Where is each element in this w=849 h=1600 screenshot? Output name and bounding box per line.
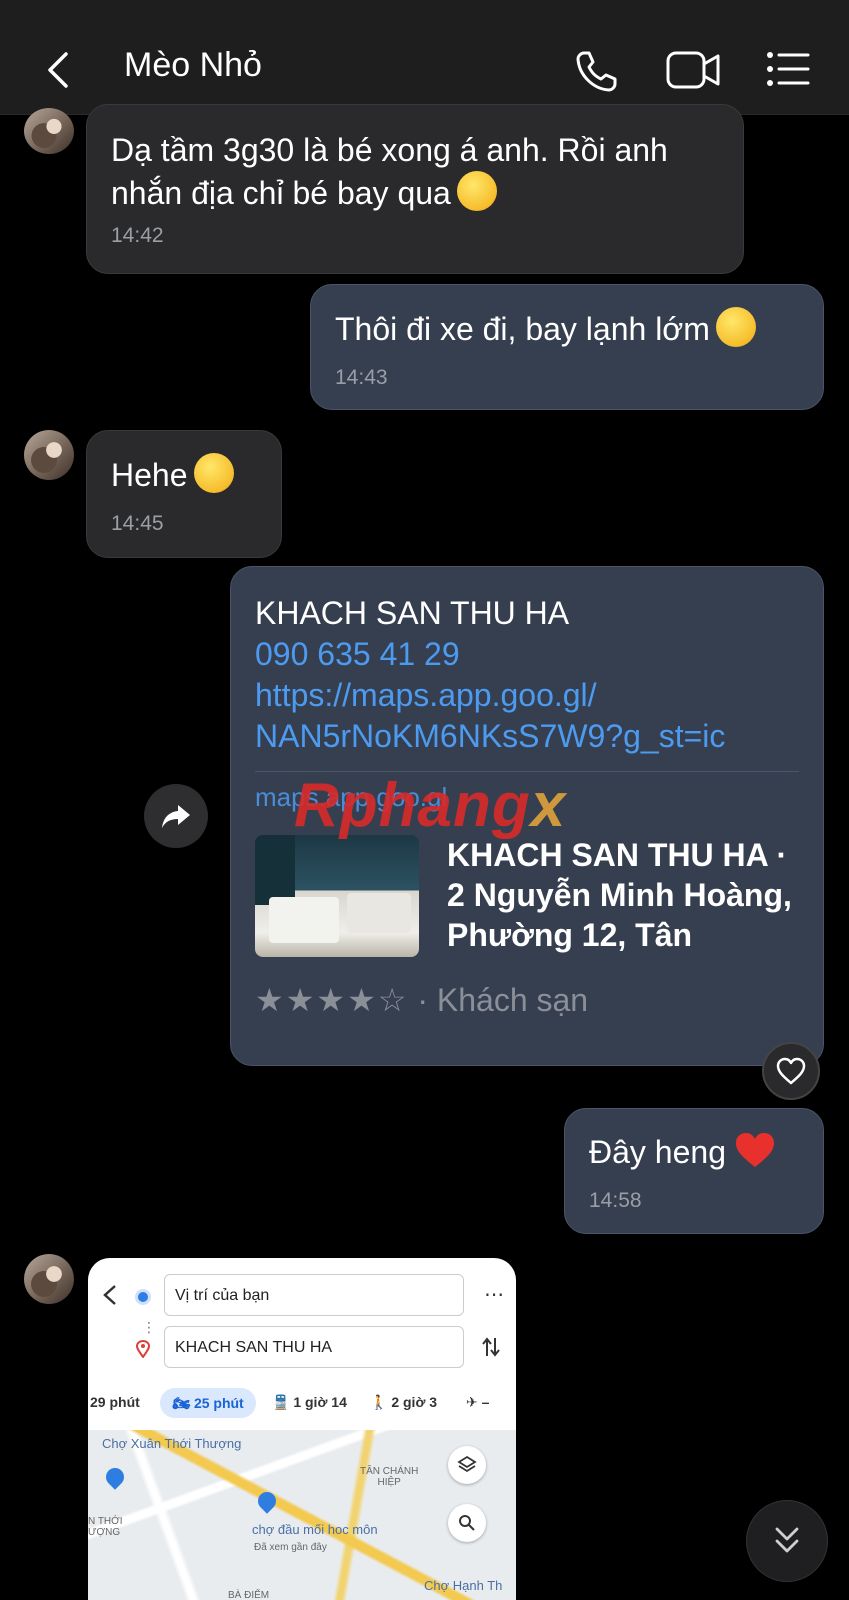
map-screenshot-image[interactable]: Vị trí của bạn ⋯ ⋮ KHACH SAN THU HA 29 p… xyxy=(88,1258,516,1600)
map-label: Đã xem gần đây xyxy=(254,1542,327,1553)
double-chevron-down-icon xyxy=(775,1527,799,1553)
grinning-face-emoji-icon xyxy=(456,171,497,211)
more-icon: ⋯ xyxy=(484,1284,504,1306)
red-heart-emoji-icon xyxy=(735,1133,774,1167)
message-bubble-received[interactable]: Dạ tầm 3g30 là bé xong á anh. Rồi anh nh… xyxy=(86,104,744,274)
mode-flight: ✈ – xyxy=(466,1394,490,1410)
react-heart-button[interactable] xyxy=(762,1042,820,1100)
map-label: Chợ Xuân Thới Thượng xyxy=(102,1436,242,1451)
mode-car: 29 phút xyxy=(90,1394,140,1410)
chat-title[interactable]: Mèo Nhỏ xyxy=(124,46,262,85)
link-preview[interactable]: KHACH SAN THU HA · 2 Nguyễn Minh Hoàng, … xyxy=(255,835,799,957)
preview-title: KHACH SAN THU HA · 2 Nguyễn Minh Hoàng, … xyxy=(447,837,792,953)
phone-icon[interactable] xyxy=(574,48,620,94)
message-time: 14:42 xyxy=(111,224,164,247)
smiling-face-emoji-icon xyxy=(193,453,234,493)
place-category: · Khách sạn xyxy=(417,982,589,1018)
place-rating: ★★★★☆ · Khách sạn xyxy=(255,981,799,1019)
search-icon xyxy=(459,1515,475,1531)
destination-field: KHACH SAN THU HA xyxy=(164,1326,464,1368)
layers-icon xyxy=(457,1455,477,1473)
message-time: 14:45 xyxy=(111,512,164,535)
avatar[interactable] xyxy=(24,1254,74,1304)
message-text: Thôi đi xe đi, bay lạnh lớm xyxy=(335,307,799,350)
message-bubble-received[interactable]: Hehe 14:45 xyxy=(86,430,282,558)
share-arrow-icon xyxy=(162,805,190,828)
watermark-logo: Rphangx xyxy=(294,771,567,840)
swap-icon xyxy=(482,1337,500,1357)
map-area: Chợ Xuân Thới Thượng TÂN CHÁNH HIỆP chợ … xyxy=(88,1430,516,1600)
map-label: TÂN CHÁNH HIỆP xyxy=(360,1466,419,1488)
travel-modes: 29 phút 🏍 25 phút 🚆 1 giờ 14 🚶 2 giờ 3 ✈… xyxy=(88,1386,516,1426)
search-map-button xyxy=(448,1504,486,1542)
message-time: 14:58 xyxy=(589,1189,642,1212)
message-text: Dạ tầm 3g30 là bé xong á anh. Rồi anh nh… xyxy=(111,132,668,211)
route-destination-row: ⋮ KHACH SAN THU HA xyxy=(88,1320,516,1372)
hotel-room-thumbnail xyxy=(255,835,419,957)
origin-dot-icon xyxy=(138,1292,148,1302)
message-text: Đây heng xyxy=(589,1131,799,1173)
map-label: BÀ ĐIỂM xyxy=(228,1590,270,1600)
origin-field: Vị trí của bạn xyxy=(164,1274,464,1316)
message-text: Hehe xyxy=(111,453,257,496)
route-origin-row: Vị trí của bạn ⋯ xyxy=(88,1272,516,1320)
maps-url-line2[interactable]: NAN5rNoKM6NKsS7W9?g_st=ic xyxy=(255,716,799,757)
heart-outline-icon xyxy=(776,1057,806,1085)
message-bubble-sent[interactable]: Thôi đi xe đi, bay lạnh lớm 14:43 xyxy=(310,284,824,410)
mode-motorbike: 🏍 25 phút xyxy=(160,1388,256,1418)
video-camera-icon[interactable] xyxy=(666,50,722,90)
chevron-left-icon xyxy=(103,1285,116,1305)
mode-transit: 🚆 1 giờ 14 xyxy=(272,1394,347,1410)
chevron-left-icon[interactable] xyxy=(40,48,80,92)
rating-stars: ★★★★☆ xyxy=(255,982,409,1018)
place-name: KHACH SAN THU HA xyxy=(255,595,570,631)
phone-link[interactable]: 090 635 41 29 xyxy=(255,634,799,675)
destination-pin-icon xyxy=(136,1340,150,1358)
map-pin-icon xyxy=(254,1488,280,1514)
map-label: Chợ Hạnh Th xyxy=(424,1578,503,1593)
avatar[interactable] xyxy=(24,430,74,480)
layers-button xyxy=(448,1446,486,1484)
map-label: chợ đầu mối hoc môn xyxy=(252,1522,378,1537)
mode-walk: 🚶 2 giờ 3 xyxy=(370,1394,438,1410)
chat-header: Mèo Nhỏ xyxy=(0,0,849,115)
maps-url-line1[interactable]: https://maps.app.goo.gl/ xyxy=(255,675,799,716)
scroll-to-bottom-button[interactable] xyxy=(746,1500,828,1582)
map-pin-icon xyxy=(102,1464,128,1490)
thinking-face-emoji-icon xyxy=(715,307,756,347)
avatar[interactable] xyxy=(24,108,74,154)
message-time: 14:43 xyxy=(335,366,388,389)
map-label: N THỚI ƯỢNG xyxy=(88,1516,123,1538)
forward-button[interactable] xyxy=(144,784,208,848)
message-bubble-sent[interactable]: Đây heng 14:58 xyxy=(564,1108,824,1234)
list-menu-icon[interactable] xyxy=(766,50,810,88)
